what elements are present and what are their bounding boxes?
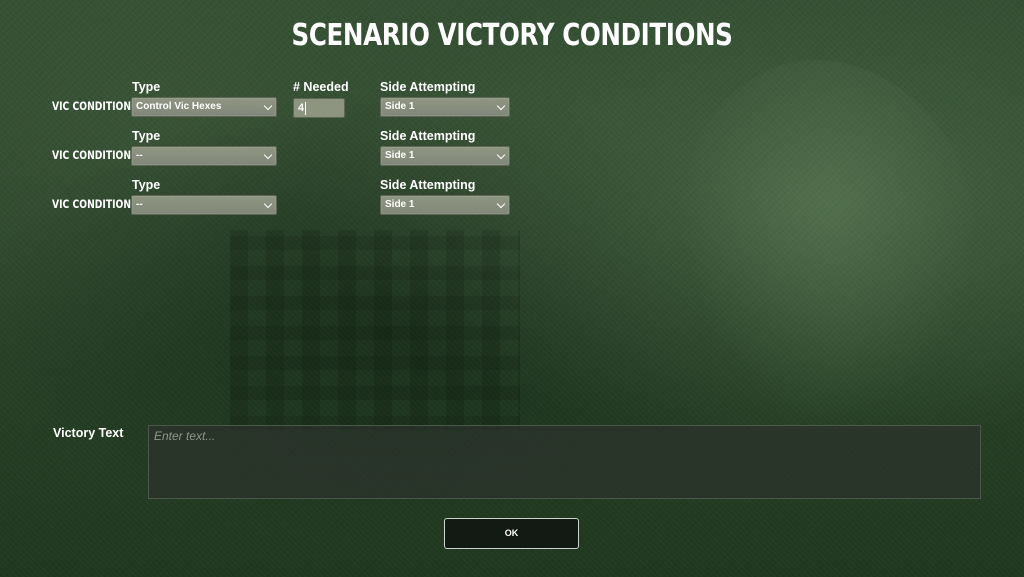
select-value: -- [136, 199, 143, 210]
vic-condition-3-label: VIC CONDITION 3 [52, 197, 141, 211]
victory-text-input[interactable]: Enter text... [148, 425, 981, 499]
victory-text-placeholder: Enter text... [154, 429, 216, 443]
chevron-down-icon [263, 199, 273, 209]
type-label: Type [132, 80, 161, 94]
background-soldier [680, 60, 980, 420]
page-title: SCENARIO VICTORY CONDITIONS [291, 18, 733, 53]
chevron-down-icon [263, 101, 273, 111]
vic-condition-2-side-select[interactable]: Side 1 [380, 146, 510, 166]
vic-condition-1-needed-input[interactable]: 4 [293, 98, 345, 118]
vic-condition-2-label: VIC CONDITION 2 [52, 148, 141, 162]
side-attempting-label: Side Attempting [380, 80, 476, 94]
select-value: Side 1 [385, 101, 415, 112]
select-value: Side 1 [385, 150, 415, 161]
chevron-down-icon [496, 150, 506, 160]
victory-text-label: Victory Text [53, 426, 124, 440]
side-attempting-label: Side Attempting [380, 129, 476, 143]
select-value: Control Vic Hexes [136, 101, 222, 112]
chevron-down-icon [496, 101, 506, 111]
ok-button[interactable]: OK [444, 518, 579, 549]
needed-label: # Needed [293, 80, 349, 94]
select-value: -- [136, 150, 143, 161]
vic-condition-2-type-select[interactable]: -- [131, 146, 277, 166]
chevron-down-icon [263, 150, 273, 160]
input-value: 4 [298, 102, 305, 114]
text-caret [305, 101, 307, 115]
vic-condition-3-type-select[interactable]: -- [131, 195, 277, 215]
chevron-down-icon [496, 199, 506, 209]
type-label: Type [132, 178, 161, 192]
select-value: Side 1 [385, 199, 415, 210]
vic-condition-3-side-select[interactable]: Side 1 [380, 195, 510, 215]
vic-condition-1-type-select[interactable]: Control Vic Hexes [131, 97, 277, 117]
type-label: Type [132, 129, 161, 143]
side-attempting-label: Side Attempting [380, 178, 476, 192]
background-building [230, 230, 520, 430]
vic-condition-1-label: VIC CONDITION 1 [52, 99, 141, 113]
vic-condition-1-side-select[interactable]: Side 1 [380, 97, 510, 117]
